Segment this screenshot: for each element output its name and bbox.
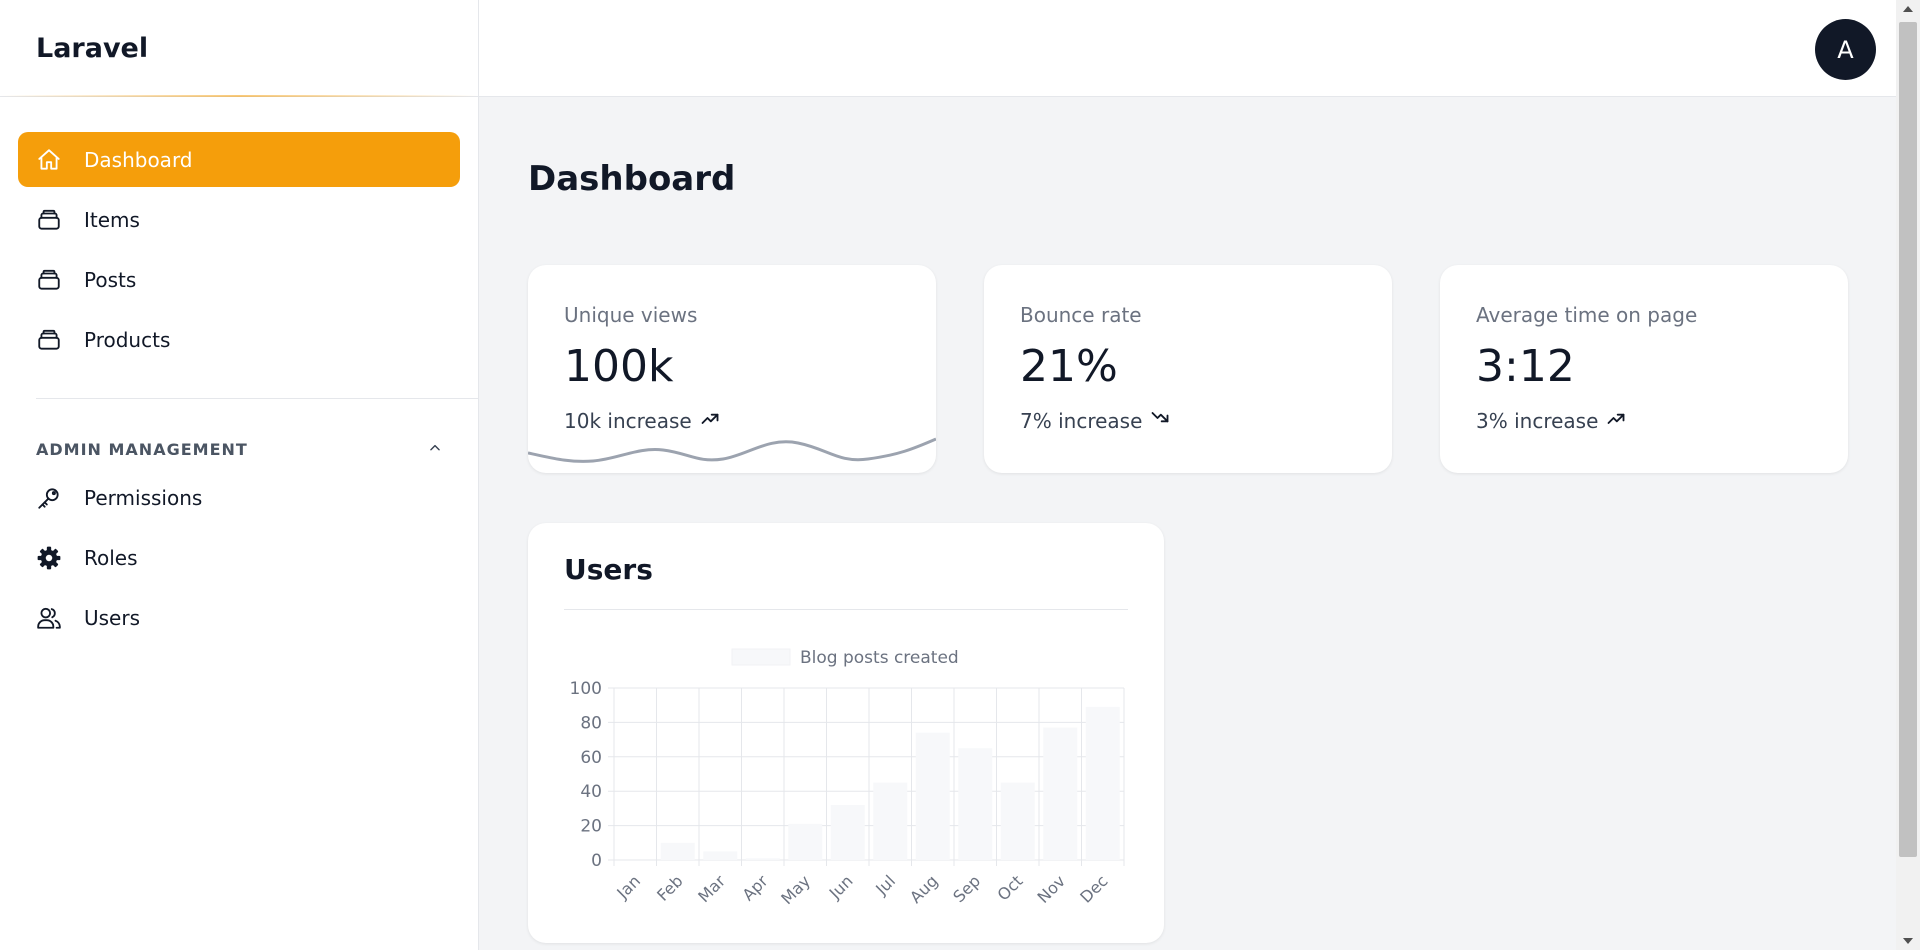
gear-icon: [36, 545, 62, 571]
sidebar-item-posts[interactable]: Posts: [18, 252, 460, 307]
y-tick-label: 60: [580, 748, 602, 768]
x-tick-label: Dec: [1076, 871, 1111, 906]
chart-bars: [660, 706, 1120, 860]
home-icon: [36, 147, 62, 173]
page-scrollbar[interactable]: [1896, 0, 1920, 950]
y-tick-label: 40: [580, 782, 602, 802]
user-avatar[interactable]: A: [1815, 19, 1876, 80]
avatar-initial: A: [1837, 35, 1854, 64]
x-tick-label: Jul: [871, 871, 899, 899]
sidebar-item-label: Permissions: [84, 485, 203, 510]
admin-management-toggle[interactable]: ADMIN MANAGEMENT: [0, 434, 478, 464]
bar-nov: [1043, 727, 1078, 860]
scroll-down-arrow-icon[interactable]: [1903, 938, 1913, 944]
sidebar-item-users[interactable]: Users: [18, 590, 460, 645]
chevron-up-icon: [428, 440, 442, 459]
brand-name[interactable]: Laravel: [36, 33, 148, 64]
x-tick-label: Nov: [1034, 871, 1070, 907]
x-tick-label: Jan: [612, 871, 644, 903]
users-icon: [36, 605, 62, 631]
bar-feb: [660, 842, 695, 860]
stack-icon: [36, 327, 62, 353]
key-icon: [36, 485, 62, 511]
users-card-title: Users: [564, 553, 653, 586]
trend-up-icon: [1606, 408, 1626, 433]
stat-value: 21%: [1020, 341, 1118, 392]
chart-y-axis: 0 20 40 60 80 100: [570, 679, 602, 871]
sidebar-item-products[interactable]: Products: [18, 312, 460, 367]
sidebar-item-label: Dashboard: [84, 147, 193, 172]
sidebar-item-label: Posts: [84, 267, 137, 292]
y-tick-label: 0: [591, 851, 602, 871]
x-tick-label: May: [777, 871, 814, 908]
scroll-up-arrow-icon[interactable]: [1903, 6, 1913, 12]
x-tick-label: Mar: [694, 871, 729, 906]
stat-change: 7% increase: [1020, 408, 1170, 433]
stat-change: 10k increase: [564, 408, 720, 433]
stat-label: Unique views: [564, 303, 698, 327]
bar-may: [788, 823, 823, 860]
legend-swatch: [731, 648, 791, 666]
legend-label: Blog posts created: [800, 648, 959, 668]
sidebar-item-dashboard[interactable]: Dashboard: [18, 132, 460, 187]
stat-card-average-time: Average time on page 3:12 3% increase: [1440, 265, 1848, 473]
users-card-divider: [564, 609, 1128, 610]
stat-change-text: 7% increase: [1020, 408, 1143, 433]
sidebar-item-items[interactable]: Items: [18, 192, 460, 247]
y-tick-label: 20: [580, 817, 602, 837]
sidebar-item-label: Roles: [84, 545, 138, 570]
x-tick-label: Aug: [906, 871, 942, 907]
admin-nav: Permissions Roles Users: [0, 464, 478, 645]
bar-oct: [1000, 782, 1035, 860]
scrollbar-thumb[interactable]: [1899, 22, 1917, 857]
chart-legend[interactable]: Blog posts created: [731, 648, 959, 668]
trend-down-icon: [1150, 408, 1170, 433]
brand[interactable]: Laravel: [0, 0, 478, 97]
sidebar-item-label: Items: [84, 207, 140, 232]
sidebar-divider: [36, 398, 478, 399]
stat-label: Average time on page: [1476, 303, 1698, 327]
sidebar-item-roles[interactable]: Roles: [18, 530, 460, 585]
x-tick-label: Sep: [949, 871, 984, 906]
top-bar: A: [479, 0, 1896, 97]
stat-change: 3% increase: [1476, 408, 1626, 433]
x-tick-label: Oct: [994, 871, 1027, 904]
bar-jun: [830, 804, 865, 860]
stat-value: 100k: [564, 341, 674, 392]
bar-aug: [915, 732, 950, 860]
sidebar-item-label: Users: [84, 605, 141, 630]
stat-card-bounce-rate: Bounce rate 21% 7% increase: [984, 265, 1392, 473]
stat-change-text: 10k increase: [564, 408, 692, 433]
main-content: Dashboard Unique views 100k 10k increase…: [479, 97, 1896, 950]
trend-up-icon: [700, 408, 720, 433]
sidebar: Laravel Dashboard Items Posts Products A…: [0, 0, 479, 950]
stat-value: 3:12: [1476, 341, 1575, 392]
users-card: Users Blog posts created 0 20 40 60 80 100 Ja…: [528, 523, 1164, 943]
y-tick-label: 80: [580, 713, 602, 733]
brand-underline: [0, 95, 478, 97]
section-label: ADMIN MANAGEMENT: [36, 439, 248, 459]
bar-jul: [873, 782, 908, 860]
bar-apr: [745, 858, 780, 860]
sidebar-item-label: Products: [84, 327, 171, 352]
chart-x-axis: Jan Feb Mar Apr May Jun Jul Aug Sep Oct Nov Dec: [612, 871, 1111, 908]
x-tick-label: Feb: [653, 871, 686, 904]
bar-dec: [1085, 706, 1120, 860]
sidebar-item-permissions[interactable]: Permissions: [18, 470, 460, 525]
bar-sep: [958, 748, 993, 860]
bar-mar: [703, 851, 738, 860]
stack-icon: [36, 267, 62, 293]
stat-change-text: 3% increase: [1476, 408, 1599, 433]
y-tick-label: 100: [570, 679, 602, 699]
main-nav: Dashboard Items Posts Products: [0, 97, 478, 367]
page-title: Dashboard: [528, 159, 736, 199]
stat-label: Bounce rate: [1020, 303, 1142, 327]
stack-icon: [36, 207, 62, 233]
stat-card-unique-views: Unique views 100k 10k increase: [528, 265, 936, 473]
x-tick-label: Jun: [825, 871, 857, 903]
sparkline: [528, 437, 936, 463]
users-bar-chart: Blog posts created 020406080100 Jan Feb Ma…: [570, 648, 1125, 908]
x-tick-label: Apr: [739, 871, 772, 904]
